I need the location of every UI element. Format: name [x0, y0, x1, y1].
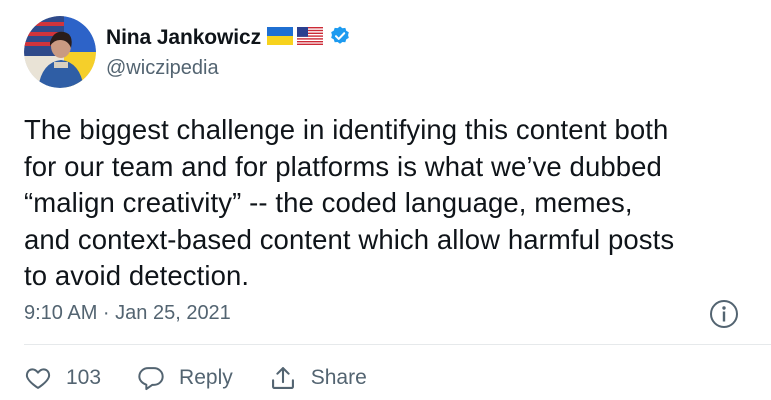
heart-icon [25, 368, 51, 389]
reply-label: Reply [179, 366, 233, 389]
name-row: Nina Jankowicz [106, 24, 351, 52]
tweet-text-line: for our team and for platforms is what w… [24, 150, 662, 182]
tweet-text-line: and context-based content which allow ha… [24, 223, 675, 255]
reply-button[interactable]: Reply [137, 364, 233, 392]
author-name[interactable]: Nina Jankowicz [106, 26, 261, 50]
like-count: 103 [66, 366, 102, 389]
avatar[interactable] [24, 16, 96, 88]
share-icon [271, 367, 294, 389]
author-handle[interactable]: @wiczipedia [106, 57, 351, 80]
tweet-text-line: “malign creativity” -- the coded languag… [24, 187, 633, 218]
ukraine-flag-icon [266, 26, 293, 50]
tweet-card: Nina Jankowicz @wiczipedia The biggest c… [0, 0, 771, 400]
share-label: Share [310, 366, 367, 389]
action-bar: 103 Reply Share [24, 362, 367, 394]
reply-icon [138, 367, 164, 391]
tweet-text-line: to avoid detection. [24, 260, 250, 291]
divider [24, 344, 771, 345]
avatar-image [24, 16, 96, 88]
share-button[interactable]: Share [269, 364, 367, 392]
info-icon [710, 300, 738, 328]
like-button[interactable]: 103 [24, 364, 101, 392]
info-button[interactable] [708, 298, 740, 330]
tweet-text-line: The biggest challenge in identifying thi… [24, 114, 669, 145]
us-flag-icon [296, 26, 323, 50]
tweet-timestamp[interactable]: 9:10 AM · Jan 25, 2021 [24, 302, 231, 325]
tweet-text: The biggest challenge in identifying thi… [24, 112, 744, 295]
author-block: Nina Jankowicz @wiczipedia [106, 24, 351, 80]
verified-badge-icon [329, 25, 351, 52]
